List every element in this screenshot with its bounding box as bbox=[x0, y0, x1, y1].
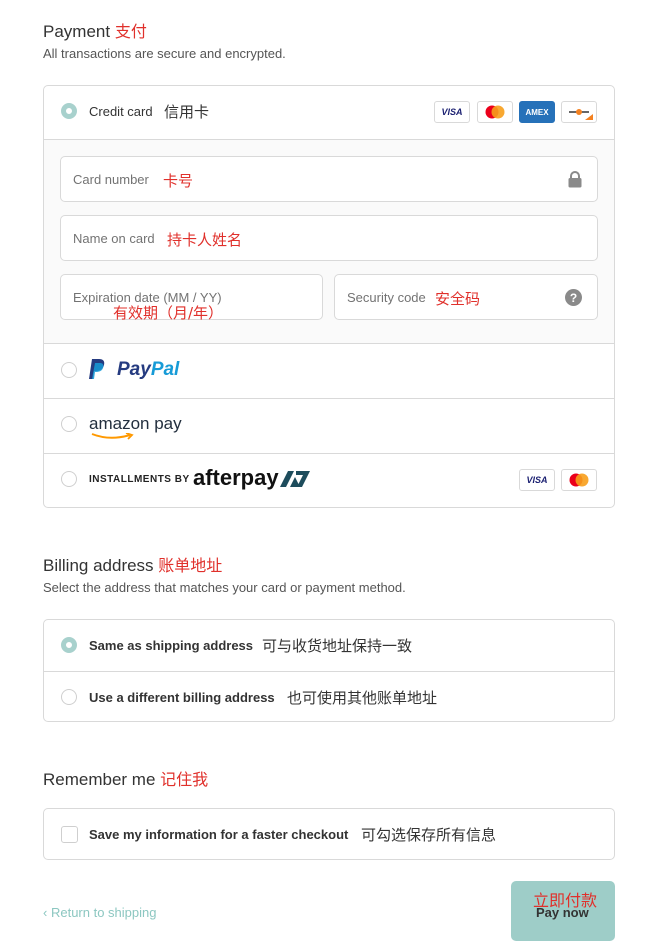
paypal-radio[interactable] bbox=[61, 362, 77, 378]
credit-card-option[interactable]: Credit card 信用卡 VISA AMEX bbox=[44, 86, 614, 139]
same-address-radio[interactable] bbox=[61, 637, 77, 653]
paypal-label: PayPal bbox=[117, 359, 180, 380]
discover-icon bbox=[561, 101, 597, 123]
credit-card-radio[interactable] bbox=[61, 103, 77, 119]
payment-title: Payment bbox=[43, 22, 111, 41]
different-address-note: 也可使用其他账单地址 bbox=[287, 689, 438, 707]
return-to-shipping-link[interactable]: ‹ Return to shipping bbox=[43, 905, 156, 920]
visa-icon: VISA bbox=[434, 101, 470, 123]
afterpay-brand: afterpay bbox=[193, 465, 279, 490]
billing-title: Billing address bbox=[43, 556, 154, 575]
save-info-label: Save my information for a faster checkou… bbox=[89, 827, 349, 842]
mastercard-icon bbox=[477, 101, 513, 123]
credit-card-note: 信用卡 bbox=[164, 103, 210, 121]
card-number-field[interactable]: Card number 卡号 bbox=[60, 156, 598, 202]
name-on-card-placeholder: Name on card bbox=[73, 231, 155, 246]
security-code-field[interactable]: Security code 安全码 ? bbox=[334, 274, 598, 320]
expiration-field[interactable]: Expiration date (MM / YY) 有效期（月/年） bbox=[60, 274, 323, 322]
paypal-logo-icon bbox=[89, 359, 105, 379]
same-address-note: 可与收货地址保持一致 bbox=[262, 637, 413, 655]
different-address-option[interactable]: Use a different billing address 也可使用其他账单… bbox=[44, 671, 614, 722]
payment-heading: Payment 支付 bbox=[43, 18, 147, 42]
afterpay-mastercard-icon bbox=[561, 469, 597, 491]
billing-subtitle: Select the address that matches your car… bbox=[43, 580, 406, 595]
save-info-checkbox[interactable] bbox=[61, 826, 78, 843]
credit-card-label: Credit card bbox=[89, 104, 153, 119]
remember-box: Save my information for a faster checkou… bbox=[43, 808, 615, 860]
expiration-note: 有效期（月/年） bbox=[113, 304, 224, 322]
svg-text:?: ? bbox=[570, 291, 577, 305]
name-on-card-field[interactable]: Name on card 持卡人姓名 bbox=[60, 215, 598, 261]
same-address-label: Same as shipping address bbox=[89, 638, 254, 653]
different-address-radio[interactable] bbox=[61, 689, 77, 705]
amazon-pay-radio[interactable] bbox=[61, 416, 77, 432]
afterpay-option[interactable]: INSTALLMENTS BY afterpay VISA bbox=[44, 453, 614, 508]
amazon-pay-label: amazon pay bbox=[89, 414, 182, 433]
payment-subtitle: All transactions are secure and encrypte… bbox=[43, 46, 286, 61]
payment-methods-box: Credit card 信用卡 VISA AMEX Card number 卡号… bbox=[43, 85, 615, 508]
afterpay-radio[interactable] bbox=[61, 471, 77, 487]
chevron-left-icon: ‹ bbox=[43, 905, 48, 920]
save-info-note: 可勾选保存所有信息 bbox=[361, 826, 497, 844]
pay-now-button[interactable]: 立即付款 Pay now bbox=[511, 881, 615, 941]
security-code-note: 安全码 bbox=[435, 290, 481, 308]
card-fields-panel: Card number 卡号 Name on card 持卡人姓名 Expira… bbox=[44, 139, 614, 343]
afterpay-arrows-icon bbox=[280, 471, 310, 487]
amazon-pay-option[interactable]: amazon pay bbox=[44, 398, 614, 453]
pay-now-label: Pay now bbox=[536, 905, 589, 920]
payment-title-note: 支付 bbox=[114, 22, 147, 41]
paypal-option[interactable]: PayPal bbox=[44, 343, 614, 398]
amazon-smile-icon bbox=[91, 433, 134, 440]
same-address-option[interactable]: Same as shipping address 可与收货地址保持一致 bbox=[44, 620, 614, 671]
afterpay-prefix: INSTALLMENTS BY bbox=[89, 474, 190, 485]
remember-title: Remember me bbox=[43, 770, 156, 789]
security-code-placeholder: Security code bbox=[347, 290, 426, 305]
billing-options-box: Same as shipping address 可与收货地址保持一致 Use … bbox=[43, 619, 615, 722]
different-address-label: Use a different billing address bbox=[89, 690, 275, 705]
amex-icon: AMEX bbox=[519, 101, 555, 123]
name-on-card-note: 持卡人姓名 bbox=[167, 231, 243, 249]
billing-heading: Billing address 账单地址 bbox=[43, 552, 222, 576]
remember-heading: Remember me 记住我 bbox=[43, 766, 208, 790]
remember-title-note: 记住我 bbox=[160, 770, 209, 789]
help-icon[interactable]: ? bbox=[565, 289, 582, 306]
card-number-placeholder: Card number bbox=[73, 172, 149, 187]
card-number-note: 卡号 bbox=[163, 172, 194, 190]
return-to-shipping-label: Return to shipping bbox=[50, 905, 157, 920]
afterpay-visa-icon: VISA bbox=[519, 469, 555, 491]
lock-icon bbox=[568, 171, 582, 188]
billing-title-note: 账单地址 bbox=[158, 556, 223, 575]
